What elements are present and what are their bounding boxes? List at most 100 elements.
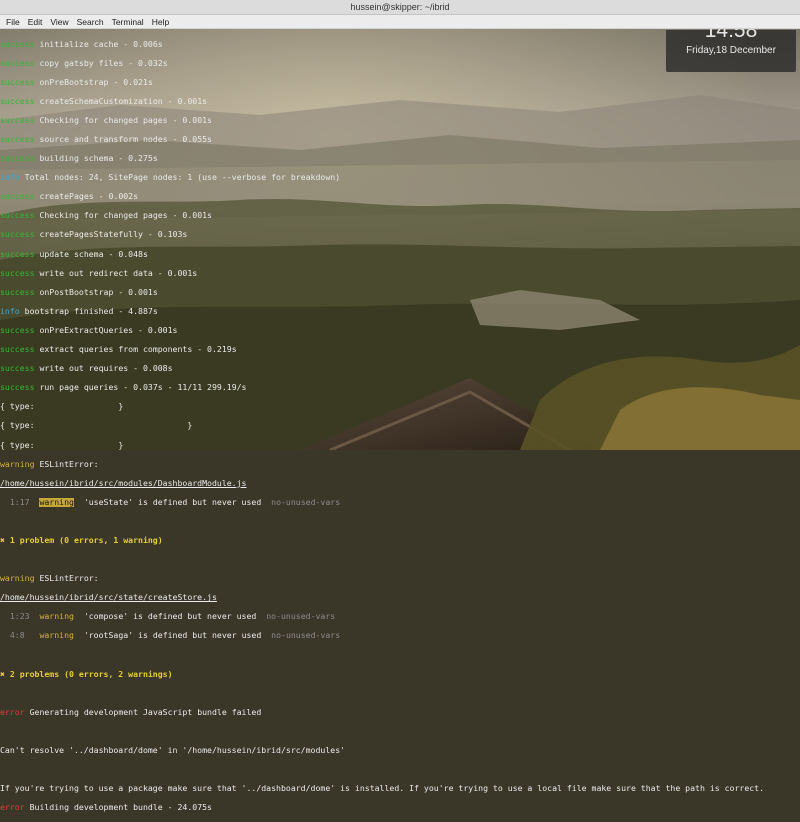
log-text: Can't resolve '../dashboard/dome' in '/h… — [0, 746, 346, 756]
warning-label: warning — [0, 574, 35, 584]
terminal-line: success update schema - 0.048s — [0, 250, 800, 260]
terminal-line: Can't resolve '../dashboard/dome' in '/h… — [0, 746, 800, 756]
log-text: Building development bundle - 24.075s — [29, 803, 212, 813]
terminal-line: success Checking for changed pages - 0.0… — [0, 211, 800, 221]
terminal-line: success onPostBootstrap - 0.001s — [0, 288, 800, 298]
lint-rule: no-unused-vars — [271, 631, 341, 641]
success-label: success — [0, 325, 35, 335]
info-label: info — [0, 306, 20, 316]
warning-badge: warning — [39, 631, 74, 641]
file-path: /home/hussein/ibrid/src/modules/Dashboar… — [0, 478, 247, 488]
info-label: info — [0, 173, 20, 183]
success-label: success — [0, 345, 35, 355]
success-label: success — [0, 115, 35, 125]
log-text: } — [118, 402, 124, 412]
lint-summary: ✖ 2 problems (0 errors, 2 warnings) — [0, 669, 173, 679]
terminal-line: 4:8 warning 'rootSaga' is defined but ne… — [0, 631, 800, 641]
log-text: run page queries - 0.037s - 11/11 299.19… — [39, 383, 247, 393]
warning-badge: warning — [39, 612, 74, 622]
log-text: } — [118, 440, 124, 450]
log-text: { type: — [0, 440, 35, 450]
terminal-line: If you're trying to use a package make s… — [0, 784, 800, 794]
log-text: ESLintError: — [39, 574, 99, 584]
log-text: { type: — [0, 421, 35, 431]
terminal-line: { type: } — [0, 421, 800, 431]
log-text: Generating development JavaScript bundle… — [29, 707, 262, 717]
terminal-line: success building schema - 0.275s — [0, 154, 800, 164]
terminal-line: success source and transform nodes - 0.0… — [0, 135, 800, 145]
window-title: hussein@skipper: ~/ibrid — [350, 2, 450, 12]
success-label: success — [0, 211, 35, 221]
log-text: copy gatsby files - 0.032s — [39, 58, 168, 68]
log-text: write out requires - 0.008s — [39, 364, 173, 374]
success-label: success — [0, 154, 35, 164]
window-titlebar[interactable]: hussein@skipper: ~/ibrid — [0, 0, 800, 15]
log-text: { type: — [0, 402, 35, 412]
terminal-line: ✖ 1 problem (0 errors, 1 warning) — [0, 536, 800, 546]
success-label: success — [0, 364, 35, 374]
terminal-line: ✖ 2 problems (0 errors, 2 warnings) — [0, 670, 800, 680]
lint-message: 'useState' is defined but never used — [83, 497, 262, 507]
terminal-line: success extract queries from components … — [0, 345, 800, 355]
warning-label: warning — [0, 459, 35, 469]
success-label: success — [0, 39, 35, 49]
terminal-line: success createPagesStatefully - 0.103s — [0, 230, 800, 240]
success-label: success — [0, 192, 35, 202]
log-text: createPages - 0.002s — [39, 192, 139, 202]
terminal-line: /home/hussein/ibrid/src/state/createStor… — [0, 593, 800, 603]
menu-bar: File Edit View Search Terminal Help — [0, 15, 800, 29]
log-text: initialize cache - 0.006s — [39, 39, 163, 49]
terminal-line: { type: } — [0, 441, 800, 451]
success-label: success — [0, 383, 35, 393]
menu-file[interactable]: File — [2, 15, 24, 29]
terminal-line: error Generating development JavaScript … — [0, 708, 800, 718]
terminal-line: warning ESLintError: — [0, 460, 800, 470]
menu-view[interactable]: View — [46, 15, 72, 29]
terminal-line: error Building development bundle - 24.0… — [0, 803, 800, 813]
menu-edit[interactable]: Edit — [24, 15, 47, 29]
terminal-line: /home/hussein/ibrid/src/modules/Dashboar… — [0, 479, 800, 489]
log-text: source and transform nodes - 0.055s — [39, 135, 212, 145]
menu-terminal[interactable]: Terminal — [108, 15, 148, 29]
log-text: createPagesStatefully - 0.103s — [39, 230, 188, 240]
log-text: } — [187, 421, 193, 431]
lint-position: 4:8 — [9, 631, 25, 641]
terminal-line: success createSchemaCustomization - 0.00… — [0, 97, 800, 107]
success-label: success — [0, 249, 35, 259]
lint-message: 'rootSaga' is defined but never used — [83, 631, 262, 641]
terminal-line: success onPreBootstrap - 0.021s — [0, 78, 800, 88]
desktop-clock-widget: 14:58 Friday,18 December — [666, 20, 796, 72]
menu-help[interactable]: Help — [148, 15, 173, 29]
log-text: building schema - 0.275s — [39, 154, 158, 164]
success-label: success — [0, 230, 35, 240]
terminal-line: success createPages - 0.002s — [0, 192, 800, 202]
log-text: write out redirect data - 0.001s — [39, 268, 198, 278]
error-label: error — [0, 707, 25, 717]
success-label: success — [0, 96, 35, 106]
menu-search[interactable]: Search — [73, 15, 108, 29]
log-text: Checking for changed pages - 0.001s — [39, 115, 212, 125]
lint-position: 1:23 — [9, 612, 30, 622]
lint-summary: ✖ 1 problem (0 errors, 1 warning) — [0, 535, 163, 545]
file-path: /home/hussein/ibrid/src/state/createStor… — [0, 593, 217, 603]
log-text: Checking for changed pages - 0.001s — [39, 211, 212, 221]
log-text: extract queries from components - 0.219s — [39, 345, 237, 355]
terminal-line: success write out requires - 0.008s — [0, 364, 800, 374]
warning-badge: warning — [39, 497, 74, 507]
log-text: ESLintError: — [39, 459, 99, 469]
log-text: onPreBootstrap - 0.021s — [39, 77, 153, 87]
terminal-line: 1:17 warning 'useState' is defined but n… — [0, 497, 800, 508]
log-text: bootstrap finished - 4.887s — [24, 306, 158, 316]
terminal-output[interactable]: success initialize cache - 0.006s succes… — [0, 30, 800, 813]
success-label: success — [0, 58, 35, 68]
log-text: onPostBootstrap - 0.001s — [39, 287, 158, 297]
terminal-line: info bootstrap finished - 4.887s — [0, 307, 800, 317]
terminal-line: success Checking for changed pages - 0.0… — [0, 116, 800, 126]
terminal-line: success run page queries - 0.037s - 11/1… — [0, 383, 800, 393]
lint-rule: no-unused-vars — [271, 497, 341, 507]
terminal-line: success onPreExtractQueries - 0.001s — [0, 326, 800, 336]
